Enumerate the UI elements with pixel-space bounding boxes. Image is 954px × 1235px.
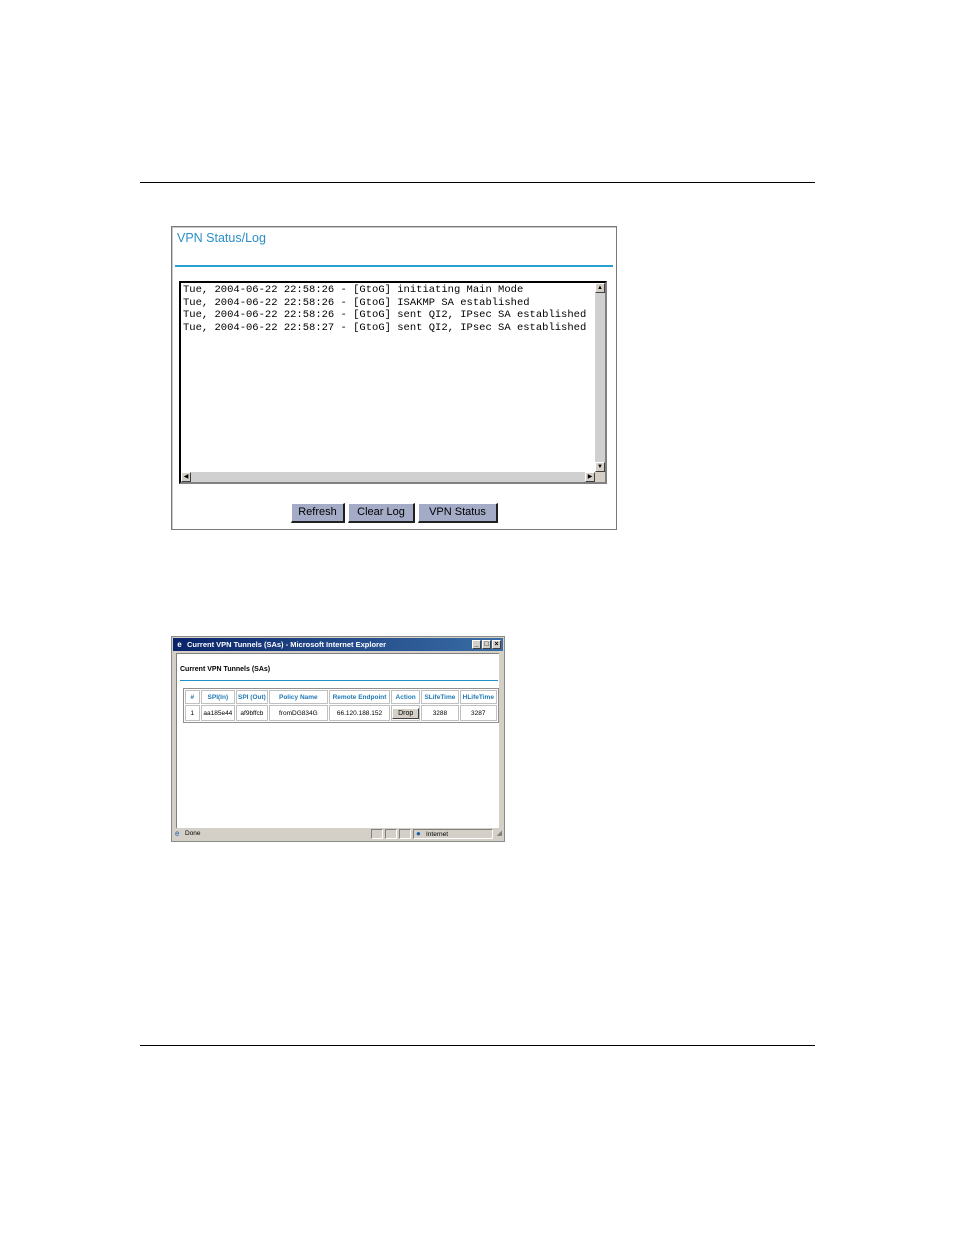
scrollbar-corner bbox=[595, 472, 605, 482]
cell-policy-name: fromDG834G bbox=[268, 705, 328, 721]
cell-slifetime: 3288 bbox=[421, 705, 459, 721]
scroll-down-arrow-icon[interactable]: ▼ bbox=[595, 462, 605, 472]
col-header-slifetime: SLifeTime bbox=[421, 690, 459, 704]
status-text: Done bbox=[185, 830, 201, 837]
horizontal-scrollbar[interactable]: ◀ ▶ bbox=[181, 472, 595, 482]
close-icon[interactable]: × bbox=[492, 640, 501, 649]
cell-remote-endpoint: 66.120.188.152 bbox=[328, 705, 391, 721]
col-header-number: # bbox=[185, 690, 200, 704]
scroll-left-arrow-icon[interactable]: ◀ bbox=[181, 472, 191, 482]
table-row: 1 aa185e44 af9bffcb fromDG834G 66.120.18… bbox=[185, 705, 497, 721]
zone-label: Internet bbox=[426, 831, 449, 838]
table-header-row: # SPI(In) SPI (Out) Policy Name Remote E… bbox=[185, 690, 497, 704]
cell-action: Drop bbox=[391, 705, 421, 721]
maximize-icon[interactable]: □ bbox=[482, 640, 491, 649]
vertical-scrollbar[interactable]: ▲ ▼ bbox=[595, 283, 605, 472]
clear-log-button[interactable]: Clear Log bbox=[348, 503, 415, 523]
drop-button[interactable]: Drop bbox=[392, 707, 420, 719]
status-pane bbox=[385, 829, 397, 839]
resize-grip-icon[interactable]: ◢ bbox=[497, 829, 502, 839]
heading-underline bbox=[180, 680, 498, 681]
status-pane bbox=[399, 829, 411, 839]
col-header-spi-out: SPI (Out) bbox=[236, 690, 268, 704]
globe-icon: ● bbox=[416, 829, 421, 838]
top-divider bbox=[140, 182, 815, 183]
vpn-tunnels-table: # SPI(In) SPI (Out) Policy Name Remote E… bbox=[183, 688, 499, 723]
cell-spi-out: af9bffcb bbox=[236, 705, 268, 721]
col-header-policy-name: Policy Name bbox=[268, 690, 328, 704]
window-title: Current VPN Tunnels (SAs) - Microsoft In… bbox=[187, 640, 387, 649]
status-pane bbox=[371, 829, 383, 839]
col-header-remote-endpoint: Remote Endpoint bbox=[328, 690, 391, 704]
cell-number: 1 bbox=[185, 705, 200, 721]
status-bar: e Done ● Internet ◢ bbox=[173, 828, 503, 840]
vpn-status-button[interactable]: VPN Status bbox=[418, 503, 498, 523]
col-header-hlifetime: HLifeTime bbox=[459, 690, 497, 704]
page-done-icon: e bbox=[175, 829, 180, 838]
scroll-up-arrow-icon[interactable]: ▲ bbox=[595, 283, 605, 293]
bottom-divider bbox=[140, 1045, 815, 1046]
log-text: Tue, 2004-06-22 22:58:26 - [GtoG] initia… bbox=[183, 284, 587, 334]
refresh-button[interactable]: Refresh bbox=[291, 503, 345, 523]
cell-hlifetime: 3287 bbox=[459, 705, 497, 721]
col-header-spi-in: SPI(In) bbox=[200, 690, 236, 704]
cell-spi-in: aa185e44 bbox=[200, 705, 236, 721]
ie-icon: e bbox=[177, 640, 182, 649]
vpn-status-log-panel: VPN Status/Log Tue, 2004-06-22 22:58:26 … bbox=[171, 226, 617, 530]
col-header-action: Action bbox=[391, 690, 421, 704]
page-content: Current VPN Tunnels (SAs) # SPI(In) SPI … bbox=[176, 653, 499, 828]
page-heading: Current VPN Tunnels (SAs) bbox=[180, 666, 271, 673]
scroll-right-arrow-icon[interactable]: ▶ bbox=[585, 472, 595, 482]
zone-pane: ● Internet bbox=[413, 829, 493, 839]
current-vpn-tunnels-window: e Current VPN Tunnels (SAs) - Microsoft … bbox=[171, 636, 505, 842]
minimize-icon[interactable]: _ bbox=[472, 640, 481, 649]
title-underline bbox=[175, 265, 613, 267]
window-titlebar[interactable]: e Current VPN Tunnels (SAs) - Microsoft … bbox=[173, 638, 503, 651]
vpn-status-log-title: VPN Status/Log bbox=[177, 231, 266, 245]
log-textarea[interactable]: Tue, 2004-06-22 22:58:26 - [GtoG] initia… bbox=[179, 281, 607, 484]
